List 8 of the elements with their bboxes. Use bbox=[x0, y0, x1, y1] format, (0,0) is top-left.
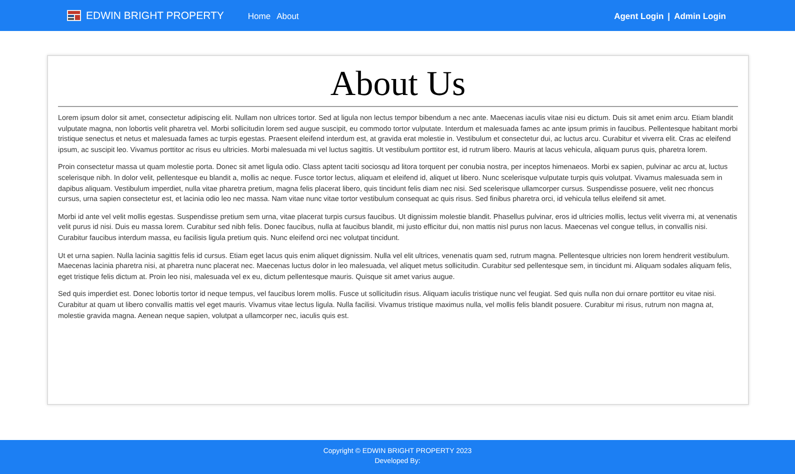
login-link[interactable]: Agent Login bbox=[614, 10, 664, 20]
login-link[interactable]: Admin Login bbox=[674, 10, 726, 20]
brand-link[interactable]: EDWIN BRIGHT PROPERTY bbox=[86, 10, 224, 22]
separator: | bbox=[668, 10, 670, 20]
logo-icon bbox=[67, 10, 81, 21]
page-title: About Us bbox=[58, 64, 738, 107]
nav-link[interactable]: Home bbox=[248, 10, 271, 20]
nav-link[interactable]: About bbox=[276, 10, 299, 20]
